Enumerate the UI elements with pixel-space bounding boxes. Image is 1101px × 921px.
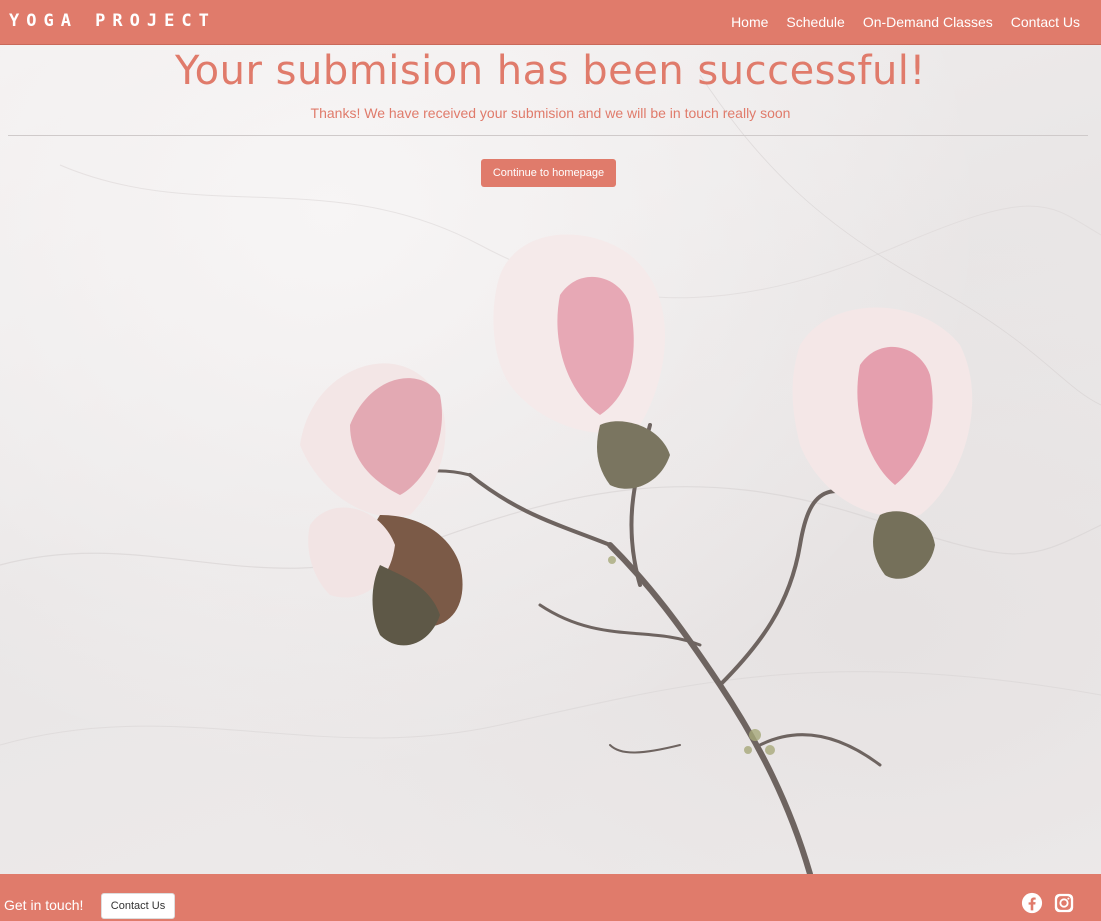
nav-on-demand-link[interactable]: On-Demand Classes [863,14,993,30]
continue-homepage-button[interactable]: Continue to homepage [481,159,616,187]
nav-links: Home Schedule On-Demand Classes Contact … [731,14,1080,30]
footer: Get in touch! Contact Us [0,874,1101,921]
hero-section: Your submision has been successful! Than… [0,45,1101,874]
success-subtitle: Thanks! We have received your submision … [310,105,791,121]
divider [8,135,1088,136]
success-title: Your submision has been successful! [175,48,926,94]
brand-logo[interactable]: YOGA PROJECT [9,11,216,31]
magnolia-flower-right [792,307,973,579]
footer-get-in-touch: Get in touch! [4,897,84,913]
nav-schedule-link[interactable]: Schedule [786,14,844,30]
nav-contact-link[interactable]: Contact Us [1011,14,1080,30]
instagram-icon[interactable] [1053,892,1075,914]
nav-home-link[interactable]: Home [731,14,768,30]
footer-contact-button[interactable]: Contact Us [101,893,175,919]
facebook-icon[interactable] [1021,892,1043,914]
top-navbar: YOGA PROJECT Home Schedule On-Demand Cla… [0,0,1101,45]
magnolia-flower-center [493,234,670,489]
